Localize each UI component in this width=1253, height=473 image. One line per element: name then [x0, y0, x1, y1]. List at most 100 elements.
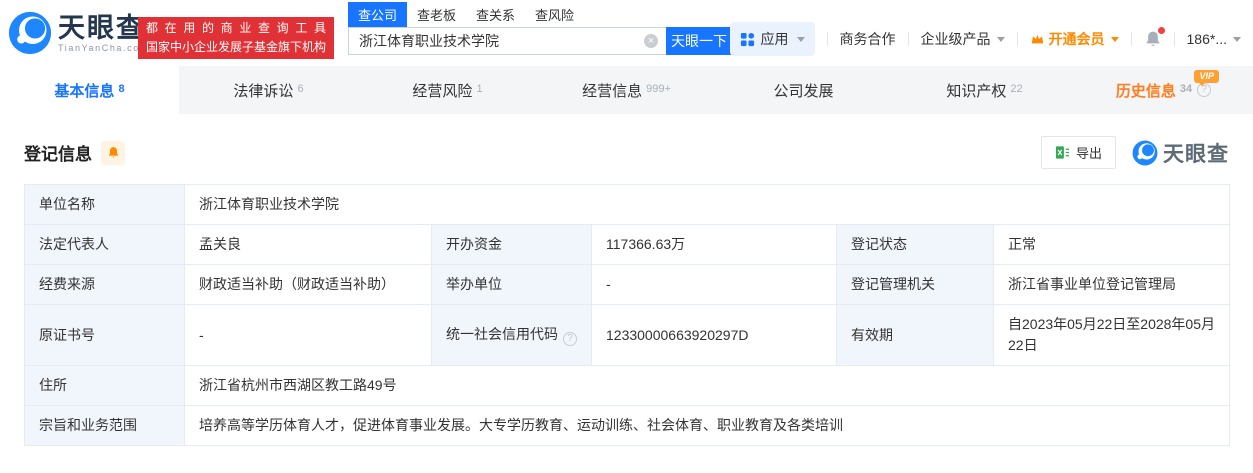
header-nav: 应用 商务合作 企业级产品 开通会员 186*...	[730, 22, 1241, 56]
field-label: 法定代表人	[25, 225, 185, 265]
notification-dot	[1158, 27, 1165, 34]
business-cooperation-link[interactable]: 商务合作	[840, 29, 896, 49]
field-value: 12330000663920297D	[592, 305, 837, 366]
logo-text: 天眼查	[58, 14, 149, 42]
divider	[908, 32, 909, 46]
field-value: 正常	[994, 225, 1230, 265]
section-title-group: 登记信息	[24, 140, 125, 165]
divider	[1174, 32, 1175, 46]
notifications-button[interactable]	[1144, 30, 1162, 48]
enterprise-products-menu[interactable]: 企业级产品	[921, 29, 1005, 49]
field-label: 统一社会信用代码?	[432, 305, 592, 366]
field-label: 原证书号	[25, 305, 185, 366]
field-value: -	[185, 305, 432, 366]
field-value: 浙江省事业单位登记管理局	[994, 265, 1230, 305]
chevron-down-icon	[1111, 37, 1119, 42]
tab-intellectual-property[interactable]: 知识产权 22	[895, 66, 1074, 114]
tab-count: 8	[118, 83, 124, 95]
field-label: 登记管理机关	[837, 265, 994, 305]
search-input[interactable]	[348, 27, 666, 55]
tab-label: 法律诉讼	[233, 80, 293, 101]
logo-domain: TianYanCha.com	[58, 43, 149, 53]
tianyancha-logo[interactable]: 天眼查 TianYanCha.com	[8, 11, 149, 55]
tab-company-development[interactable]: 公司发展	[716, 66, 895, 114]
subscribe-bell-button[interactable]	[101, 141, 125, 165]
search-tabs: 查公司 查老板 查关系 查风险	[348, 5, 732, 27]
tab-label: 公司发展	[773, 80, 833, 101]
excel-icon	[1055, 145, 1070, 160]
field-value: -	[592, 265, 837, 305]
chevron-down-icon	[797, 37, 805, 42]
export-button[interactable]: 导出	[1041, 136, 1116, 169]
field-label: 经费来源	[25, 265, 185, 305]
field-value: 浙江省杭州市西湖区教工路49号	[185, 366, 1230, 406]
section-title: 登记信息	[24, 140, 92, 165]
open-membership-label: 开通会员	[1049, 29, 1105, 49]
section-actions: 导出 天眼查	[1041, 136, 1229, 169]
slogan-line-2: 国家中小企业发展子基金旗下机构	[146, 38, 326, 57]
tab-count: 22	[1010, 83, 1022, 95]
tab-count: 1	[476, 83, 482, 95]
field-label: 举办单位	[432, 265, 592, 305]
chevron-down-icon	[1233, 37, 1241, 42]
tab-business-info[interactable]: 经营信息 999+	[537, 66, 716, 114]
crown-icon	[1030, 32, 1045, 46]
tianyancha-logo-icon	[8, 11, 52, 55]
field-label: 单位名称	[25, 185, 185, 225]
tab-label: 历史信息	[1116, 80, 1176, 101]
field-label: 宗旨和业务范围	[25, 406, 185, 446]
search-button[interactable]: 天眼一下	[666, 27, 732, 55]
table-row: 经费来源 财政适当补助（财政适当补助） 举办单位 - 登记管理机关 浙江省事业单…	[25, 265, 1230, 305]
tab-count: 34	[1180, 83, 1192, 95]
user-phone-label: 186*...	[1187, 31, 1227, 47]
field-value: 自2023年05月22日至2028年05月22日	[994, 305, 1230, 366]
chevron-down-icon	[997, 37, 1005, 42]
table-row: 住所 浙江省杭州市西湖区教工路49号	[25, 366, 1230, 406]
search-tab-relation[interactable]: 查关系	[466, 2, 525, 27]
open-membership-menu[interactable]: 开通会员	[1030, 29, 1119, 49]
tab-label: 知识产权	[946, 80, 1006, 101]
site-header: 天眼查 TianYanCha.com 都在用的商业查询工具 国家中小企业发展子基…	[0, 0, 1253, 66]
apps-label: 应用	[761, 29, 789, 49]
field-value: 117366.63万	[592, 225, 837, 265]
tab-count: 6	[297, 83, 303, 95]
tab-legal-proceedings[interactable]: 法律诉讼 6	[179, 66, 358, 114]
search-tab-boss[interactable]: 查老板	[407, 2, 466, 27]
watermark-text: 天眼查	[1163, 138, 1229, 168]
registration-section-header: 登记信息 导出 天眼查	[0, 114, 1253, 184]
registration-info-table: 单位名称 浙江体育职业技术学院 法定代表人 孟关良 开办资金 117366.63…	[24, 184, 1230, 446]
field-value: 浙江体育职业技术学院	[185, 185, 1230, 225]
divider	[827, 32, 828, 46]
tab-label: 经营风险	[412, 80, 472, 101]
clear-icon[interactable]: ×	[644, 34, 658, 48]
tianyancha-watermark-icon	[1132, 140, 1158, 166]
tab-operational-risk[interactable]: 经营风险 1	[358, 66, 537, 114]
user-account-menu[interactable]: 186*...	[1187, 31, 1241, 47]
search-tab-risk[interactable]: 查风险	[525, 2, 584, 27]
search-input-wrap: ×	[348, 27, 666, 55]
enterprise-products-label: 企业级产品	[921, 29, 991, 49]
help-icon[interactable]: ?	[563, 332, 577, 346]
tab-label: 基本信息	[54, 80, 114, 101]
logo-texts: 天眼查 TianYanCha.com	[58, 14, 149, 53]
tab-count: 999+	[646, 83, 671, 95]
vip-badge: VIP	[1194, 70, 1219, 83]
apps-grid-icon	[740, 32, 755, 47]
tab-history-info[interactable]: VIP 历史信息 34 ?	[1074, 66, 1253, 114]
apps-menu[interactable]: 应用	[730, 22, 815, 56]
field-label: 有效期	[837, 305, 994, 366]
field-value: 财政适当补助（财政适当补助）	[185, 265, 432, 305]
field-value: 孟关良	[185, 225, 432, 265]
table-row: 单位名称 浙江体育职业技术学院	[25, 185, 1230, 225]
search-tab-company[interactable]: 查公司	[348, 2, 407, 27]
field-label: 开办资金	[432, 225, 592, 265]
table-row: 宗旨和业务范围 培养高等学历体育人才，促进体育事业发展。大专学历教育、运动训练、…	[25, 406, 1230, 446]
tianyancha-watermark: 天眼查	[1132, 138, 1229, 168]
divider	[1131, 32, 1132, 46]
table-row: 原证书号 - 统一社会信用代码? 12330000663920297D 有效期 …	[25, 305, 1230, 366]
field-label: 住所	[25, 366, 185, 406]
tab-label: 经营信息	[582, 80, 642, 101]
search-area: 查公司 查老板 查关系 查风险 × 天眼一下	[348, 5, 732, 55]
bell-icon	[107, 146, 120, 159]
tab-basic-info[interactable]: 基本信息 8	[0, 66, 179, 114]
